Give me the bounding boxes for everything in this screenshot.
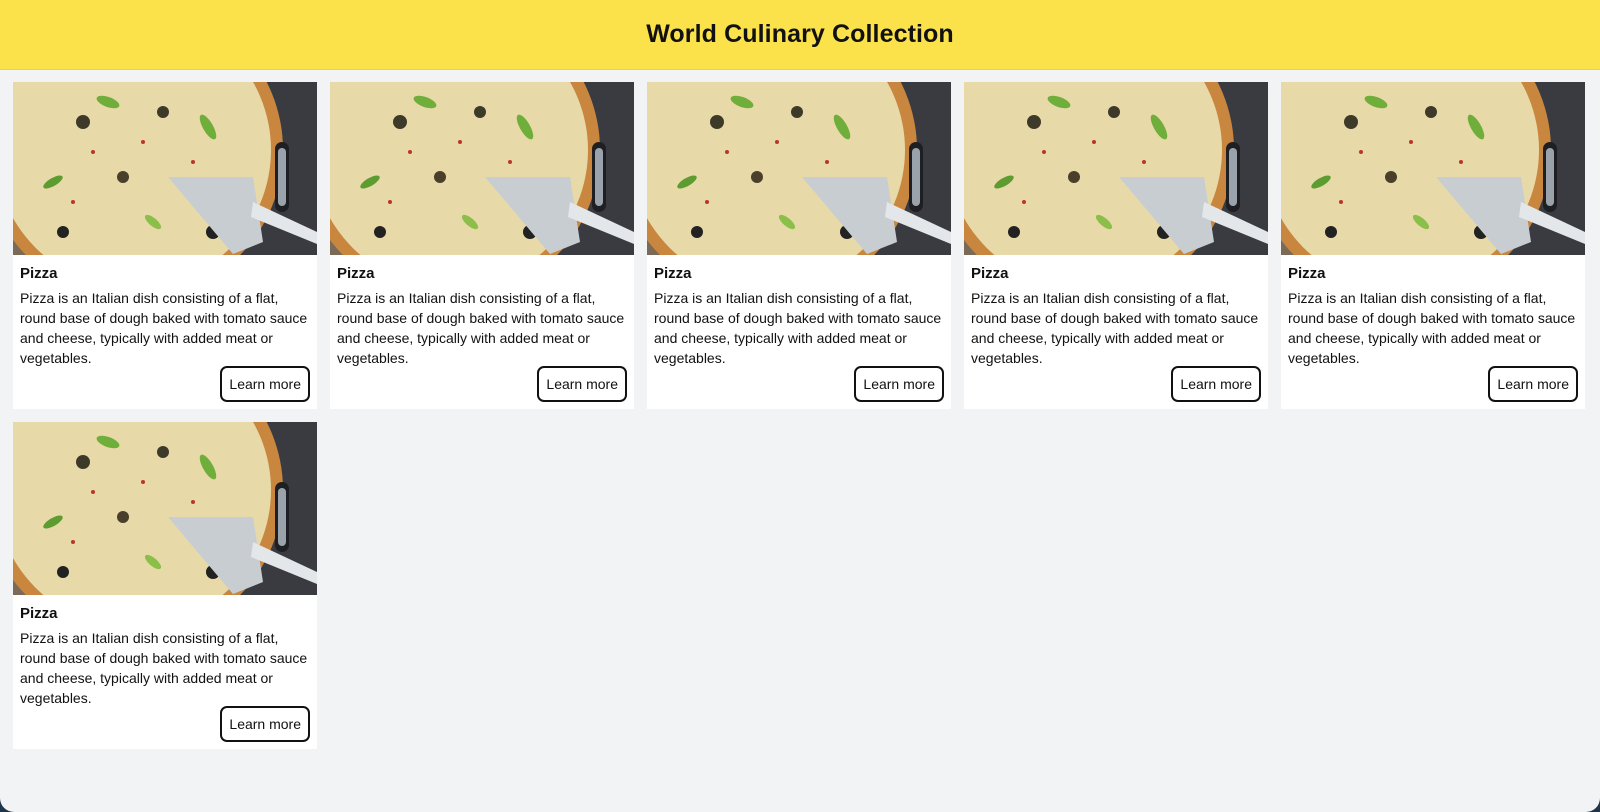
pizza-image — [647, 82, 951, 255]
pizza-image — [1281, 82, 1585, 255]
card-title: Pizza — [20, 265, 58, 282]
learn-more-button[interactable]: Learn more — [220, 706, 310, 742]
card-description: Pizza is an Italian dish consisting of a… — [1288, 290, 1576, 366]
card-title: Pizza — [1288, 265, 1326, 282]
recipe-card: Pizza Pizza is an Italian dish consistin… — [330, 82, 634, 409]
learn-more-button[interactable]: Learn more — [854, 366, 944, 402]
learn-more-button[interactable]: Learn more — [1171, 366, 1261, 402]
card-description: Pizza is an Italian dish consisting of a… — [971, 290, 1259, 366]
recipe-card: Pizza Pizza is an Italian dish consistin… — [1281, 82, 1585, 409]
recipe-card: Pizza Pizza is an Italian dish consistin… — [647, 82, 951, 409]
card-title: Pizza — [337, 265, 375, 282]
learn-more-button[interactable]: Learn more — [220, 366, 310, 402]
card-description: Pizza is an Italian dish consisting of a… — [337, 290, 625, 366]
card-title: Pizza — [971, 265, 1009, 282]
page-header: World Culinary Collection — [0, 0, 1600, 70]
card-description: Pizza is an Italian dish consisting of a… — [20, 630, 308, 706]
pizza-image — [330, 82, 634, 255]
recipe-card: Pizza Pizza is an Italian dish consistin… — [13, 422, 317, 749]
page: World Culinary Collection Pizza Pizza is… — [0, 0, 1600, 812]
pizza-image — [13, 422, 317, 595]
card-title: Pizza — [20, 605, 58, 622]
learn-more-button[interactable]: Learn more — [1488, 366, 1578, 402]
pizza-image — [13, 82, 317, 255]
card-description: Pizza is an Italian dish consisting of a… — [654, 290, 942, 366]
card-title: Pizza — [654, 265, 692, 282]
card-description: Pizza is an Italian dish consisting of a… — [20, 290, 308, 366]
recipe-card: Pizza Pizza is an Italian dish consistin… — [964, 82, 1268, 409]
pizza-image — [964, 82, 1268, 255]
page-title: World Culinary Collection — [646, 20, 954, 48]
learn-more-button[interactable]: Learn more — [537, 366, 627, 402]
recipe-grid: Pizza Pizza is an Italian dish consistin… — [13, 82, 1588, 749]
recipe-card: Pizza Pizza is an Italian dish consistin… — [13, 82, 317, 409]
